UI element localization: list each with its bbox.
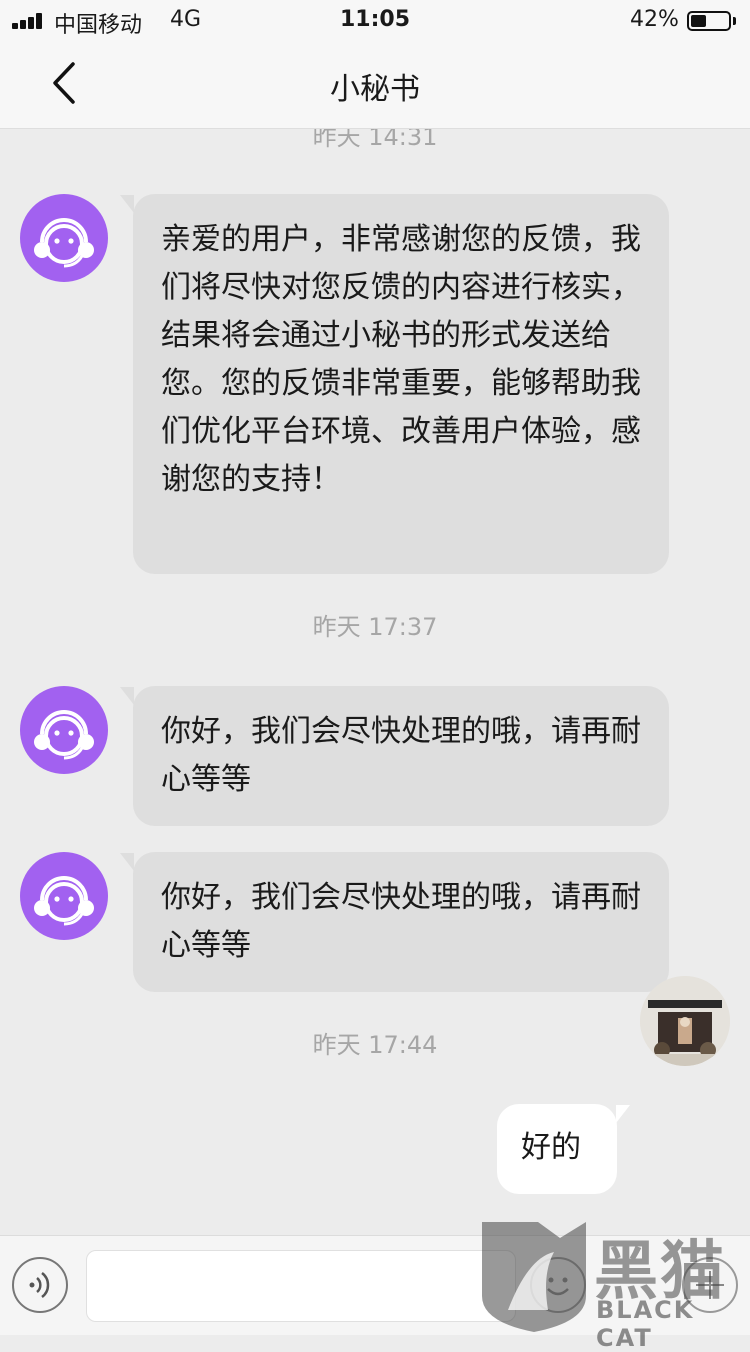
voice-button[interactable]: [12, 1257, 68, 1313]
agent-message: 你好，我们会尽快处理的哦，请再耐心等等: [133, 852, 669, 992]
battery-level: [691, 15, 706, 27]
bubble-tail: [120, 195, 134, 213]
timestamp: 昨天 14:31: [312, 129, 438, 151]
agent-avatar[interactable]: [20, 194, 108, 282]
chat-area[interactable]: 昨天 14:31 亲爱的用户，非常感谢您的反馈，我们将尽快对您反馈的内容进行核实…: [0, 129, 750, 1235]
watermark-brand-en: BLACK CAT: [596, 1296, 695, 1352]
battery-icon: [687, 11, 731, 31]
page-title: 小秘书: [330, 72, 420, 107]
agent-message: 亲爱的用户，非常感谢您的反馈，我们将尽快对您反馈的内容进行核实，结果将会通过小秘…: [133, 194, 669, 574]
agent-message: 你好，我们会尽快处理的哦，请再耐心等等: [133, 686, 669, 826]
user-photo: [640, 976, 730, 1066]
user-avatar[interactable]: [640, 976, 730, 1066]
headset-icon: [34, 710, 94, 760]
user-message: 好的: [497, 1104, 617, 1194]
bubble-tail: [120, 853, 134, 871]
bubble-tail: [616, 1105, 630, 1123]
agent-avatar[interactable]: [20, 852, 108, 940]
battery-tip: [733, 17, 736, 25]
timestamp: 昨天 17:37: [312, 613, 438, 641]
agent-avatar[interactable]: [20, 686, 108, 774]
battery-percent: 42%: [630, 7, 679, 32]
nav-bar: 小秘书: [0, 40, 750, 129]
headset-icon: [34, 218, 94, 268]
voice-icon: [29, 1272, 50, 1298]
headset-icon: [34, 876, 94, 926]
timestamp: 昨天 17:44: [312, 1031, 438, 1059]
message-input[interactable]: [86, 1250, 516, 1322]
status-bar: 中国移动 4G 11:05 42%: [0, 0, 750, 40]
bubble-tail: [120, 687, 134, 705]
